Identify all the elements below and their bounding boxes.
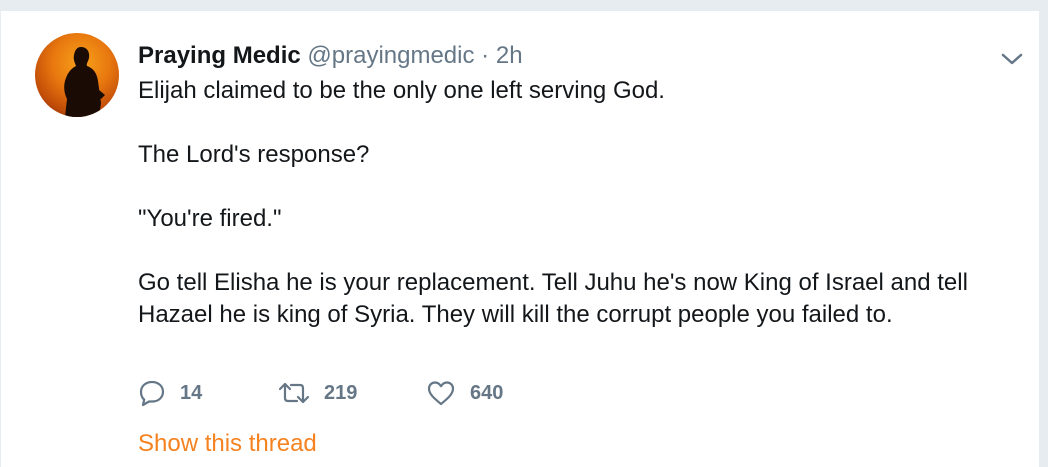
tweet-actions: 14 219 640 — [138, 375, 566, 411]
chevron-down-icon — [1001, 53, 1023, 65]
person-silhouette-icon — [64, 47, 105, 117]
like-button[interactable]: 640 — [426, 379, 566, 407]
header-separator: · — [481, 42, 490, 69]
tweet-header: Praying Medic @prayingmedic · 2h — [138, 41, 523, 71]
tweet-paragraph-1: Elijah claimed to be the only one left s… — [138, 77, 665, 104]
author-name[interactable]: Praying Medic — [138, 42, 301, 69]
reply-icon — [139, 380, 165, 407]
author-handle[interactable]: @prayingmedic — [307, 42, 474, 69]
retweet-count: 219 — [324, 381, 358, 404]
reply-count: 14 — [180, 381, 203, 404]
retweet-button[interactable]: 219 — [278, 379, 426, 407]
show-thread-link[interactable]: Show this thread — [138, 429, 317, 459]
tweet-card[interactable]: Praying Medic @prayingmedic · 2h Elijah … — [0, 10, 1040, 467]
like-count: 640 — [470, 381, 504, 404]
tweet-paragraph-2: The Lord's response? — [138, 141, 370, 168]
reply-button[interactable]: 14 — [138, 379, 278, 407]
tweet-paragraph-4: Go tell Elisha he is your replacement. T… — [138, 269, 968, 328]
tweet-timestamp[interactable]: 2h — [496, 42, 523, 69]
tweet-paragraph-3: "You're fired." — [138, 205, 282, 232]
avatar[interactable] — [35, 33, 119, 117]
tweet-text: Elijah claimed to be the only one left s… — [138, 75, 1018, 331]
retweet-icon — [278, 382, 310, 404]
heart-icon — [427, 381, 455, 406]
tweet-menu-button[interactable] — [999, 49, 1025, 69]
